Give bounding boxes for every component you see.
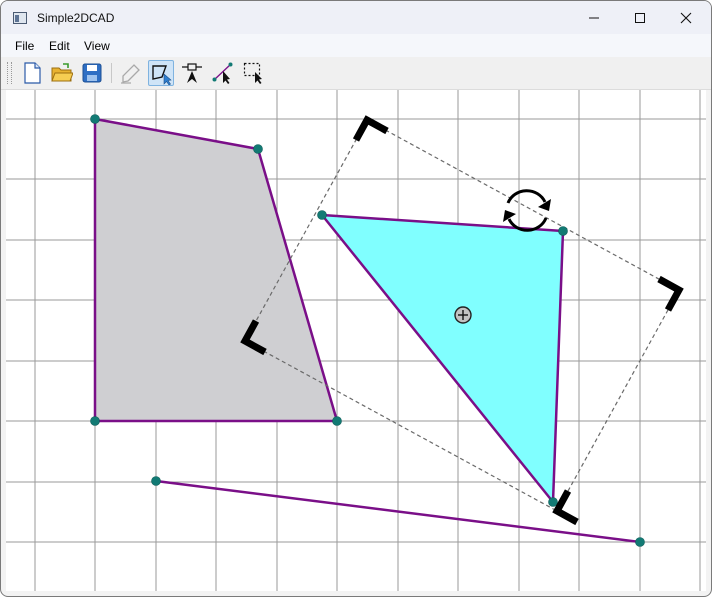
close-button[interactable] (663, 1, 709, 34)
save-icon (82, 63, 102, 83)
menu-bar: File Edit View (1, 34, 711, 57)
window-title: Simple2DCAD (37, 11, 115, 25)
vertex-point[interactable] (90, 416, 100, 426)
quadrilateral-shape[interactable] (93, 117, 339, 423)
close-icon (680, 12, 692, 24)
vertex-point[interactable] (332, 416, 342, 426)
scale-handle-bottom-right[interactable] (552, 489, 579, 526)
minimize-icon (589, 17, 599, 19)
menu-file[interactable]: File (15, 39, 34, 53)
new-file-button[interactable] (19, 60, 45, 86)
vertex-point[interactable] (558, 226, 568, 236)
line-tool-button[interactable] (210, 60, 236, 86)
rect-select-icon (243, 62, 262, 84)
vertex-point[interactable] (548, 497, 558, 507)
polygon-tool-button[interactable] (148, 60, 174, 86)
menu-edit[interactable]: Edit (49, 39, 70, 53)
menu-view[interactable]: View (84, 39, 110, 53)
open-folder-button[interactable] (49, 60, 75, 86)
vertex-point[interactable] (151, 476, 161, 486)
maximize-button[interactable] (617, 1, 663, 34)
polygon-select-icon (152, 65, 172, 85)
triangle-shape[interactable] (320, 213, 565, 504)
point-tool-icon (182, 63, 202, 83)
app-icon (13, 12, 27, 24)
toolbar-separator (111, 63, 112, 83)
line-tool-icon (212, 62, 233, 84)
save-button[interactable] (79, 60, 105, 86)
new-file-icon (24, 62, 41, 84)
app-window: Simple2DCAD File Edit View (0, 0, 712, 597)
title-bar[interactable]: Simple2DCAD (1, 1, 711, 34)
rect-select-button[interactable] (241, 60, 267, 86)
drawing-canvas[interactable] (6, 90, 706, 591)
center-pivot-icon[interactable] (454, 306, 472, 324)
toolbar (1, 57, 711, 90)
scale-handle-top-left[interactable] (352, 115, 389, 142)
vertex-point[interactable] (90, 114, 100, 124)
maximize-icon (635, 13, 645, 23)
toolbar-grip[interactable] (7, 62, 12, 84)
pencil-icon (121, 64, 140, 84)
canvas-svg (6, 90, 706, 591)
rotate-handle-icon[interactable] (503, 189, 551, 232)
vertex-point[interactable] (317, 210, 327, 220)
pencil-button[interactable] (117, 60, 143, 86)
point-tool-button[interactable] (179, 60, 205, 86)
vertex-point[interactable] (635, 537, 645, 547)
minimize-button[interactable] (571, 1, 617, 34)
open-folder-icon (51, 63, 73, 82)
scale-handle-top-right[interactable] (657, 275, 684, 312)
vertex-point[interactable] (253, 144, 263, 154)
